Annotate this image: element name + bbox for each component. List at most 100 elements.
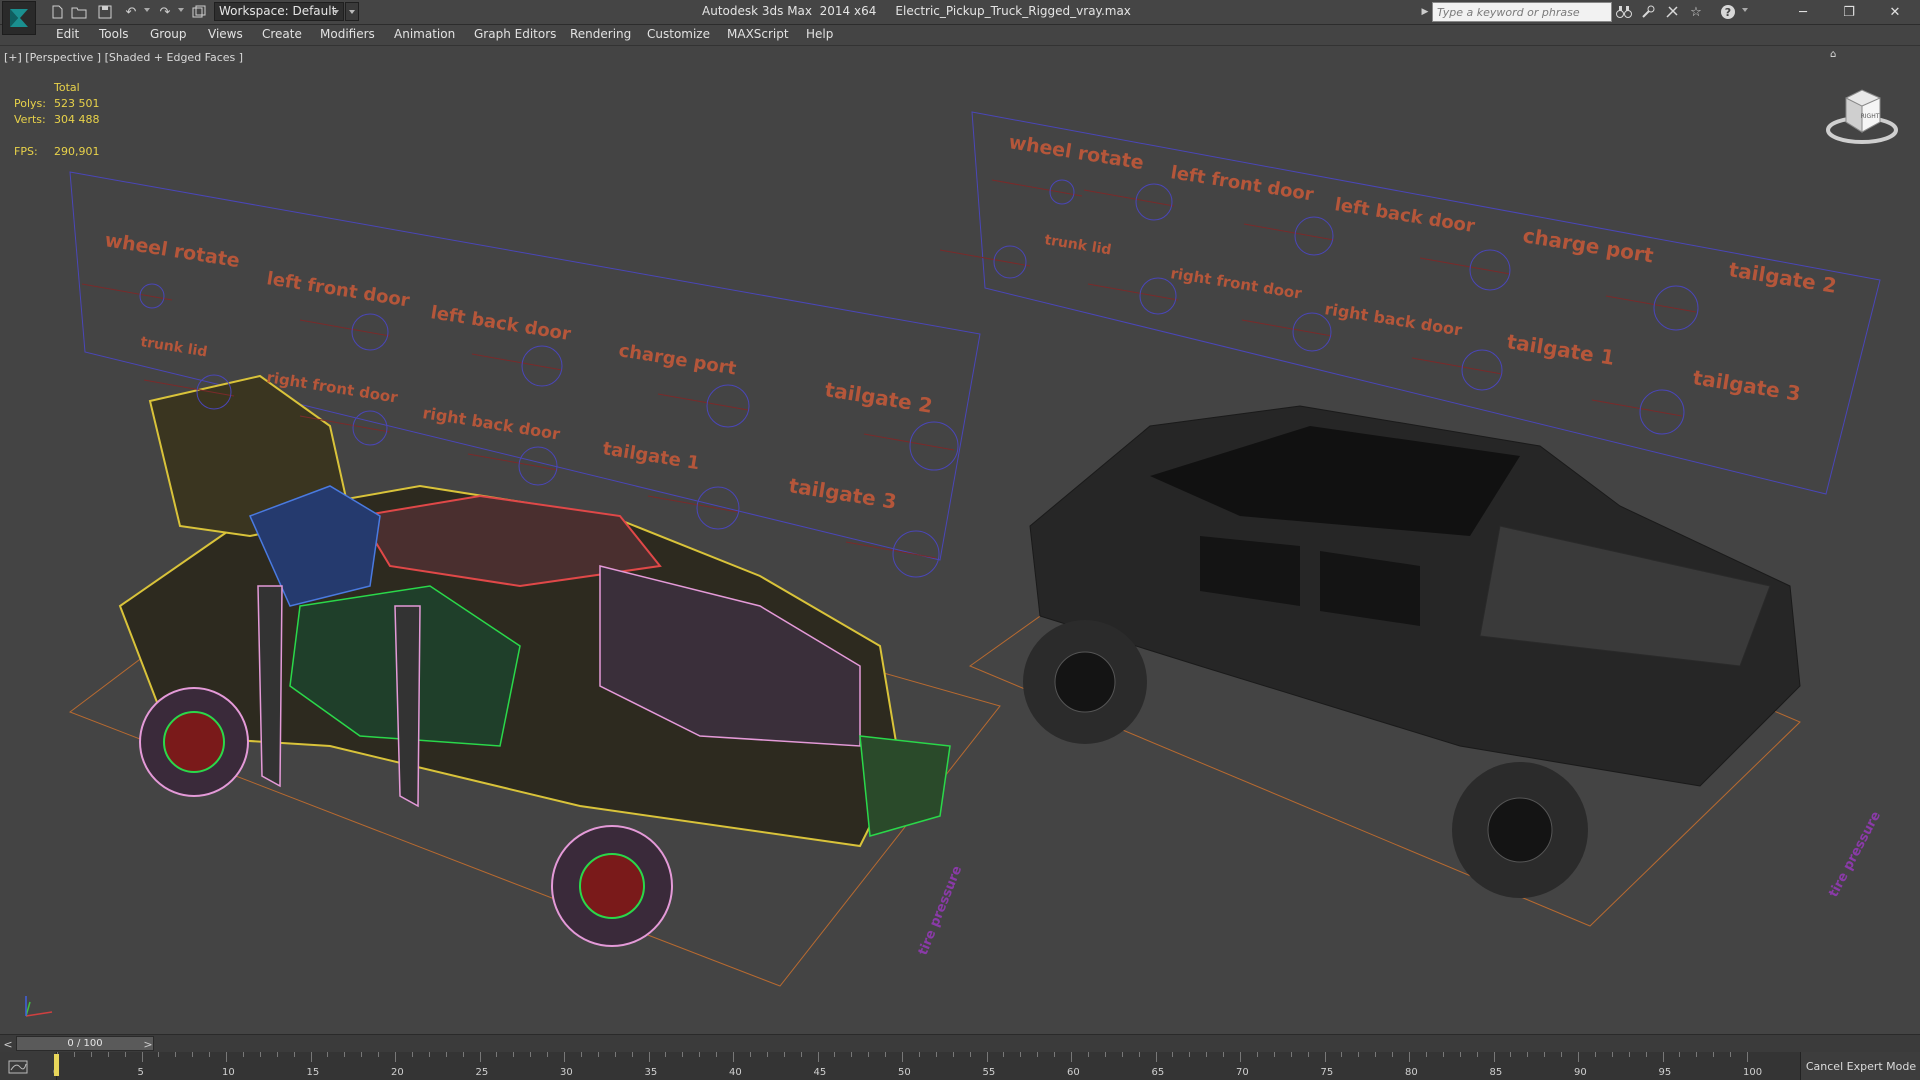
timeline-tick — [868, 1052, 870, 1057]
timeline-tick — [1611, 1052, 1613, 1057]
timeline-tick — [1307, 1052, 1309, 1057]
search-input[interactable] — [1432, 2, 1612, 22]
app-menu-button[interactable] — [2, 1, 36, 35]
menu-group[interactable]: Group — [150, 27, 187, 41]
truck-shaded-model[interactable] — [1023, 405, 1801, 898]
mini-curve-editor-icon[interactable] — [6, 1058, 30, 1076]
timeline-tick — [1054, 1052, 1056, 1057]
viewcube-home-icon[interactable]: ⌂ — [1830, 50, 1840, 60]
timeline-tick-label: 60 — [1067, 1067, 1080, 1078]
timeline-tick-label: 55 — [982, 1067, 996, 1078]
help-icon[interactable]: ? — [1718, 3, 1738, 21]
perspective-viewport[interactable]: wheel rotate left front door left back doo… — [0, 46, 1920, 1034]
undo-icon[interactable]: ↶ — [122, 3, 140, 21]
quick-access-customize-button[interactable] — [345, 2, 359, 21]
help-dropdown-icon[interactable] — [1742, 8, 1748, 12]
stats-gap — [14, 128, 100, 144]
timeline-tick — [107, 1052, 109, 1057]
timeline-tick — [1189, 1052, 1191, 1057]
ground-label-left: tire pressure — [916, 864, 966, 958]
statistics-overlay: Total Polys: 523 501 Verts: 304 488 FPS: 29… — [14, 80, 100, 160]
menu-maxscript[interactable]: MAXScript — [727, 27, 789, 41]
menu-animation-label: Animation — [394, 27, 456, 41]
new-file-icon[interactable] — [48, 3, 66, 21]
menu-modifiers-label: Modifiers — [320, 27, 375, 41]
workspace-dropdown[interactable]: Workspace: Default — [214, 2, 344, 21]
timeline-tick — [293, 1052, 295, 1057]
viewcube[interactable]: RIGHT — [1822, 78, 1902, 158]
project-folder-icon[interactable] — [190, 3, 208, 21]
window-title: Autodesk 3ds Max 2014 x64 Electric_Picku… — [702, 4, 1131, 18]
menu-animation[interactable]: Animation — [394, 27, 455, 41]
search-expand-icon[interactable]: ▶ — [1420, 3, 1430, 21]
time-prev-button[interactable]: < — [0, 1036, 16, 1052]
time-slider[interactable]: 0 / 100 — [16, 1036, 154, 1051]
cancel-expert-mode-button[interactable]: Cancel Expert Mode — [1800, 1052, 1920, 1080]
timeline-tick — [986, 1052, 988, 1062]
rig-right-slider-track — [1243, 223, 1335, 241]
menu-rendering-label: Rendering — [570, 27, 632, 41]
track-bar: 0510152025303540455055606570758085909510… — [0, 1052, 1920, 1080]
timeline-tick — [682, 1052, 684, 1057]
menu-customize[interactable]: Customize — [647, 27, 710, 41]
timeline-tick — [411, 1052, 413, 1057]
3dsmax-logo-icon — [10, 9, 28, 27]
menu-rendering[interactable]: Rendering — [570, 27, 631, 41]
subscription-center-icon[interactable] — [1638, 3, 1658, 21]
rig-right-slider-track — [939, 249, 1031, 267]
timeline-tick — [1459, 1052, 1461, 1057]
viewport-label[interactable]: [+] [Perspective ] [Shaded + Edged Faces… — [4, 51, 243, 64]
stats-fps-label: FPS: — [14, 145, 38, 158]
timeline-tick — [885, 1052, 887, 1057]
stats-header: Total — [54, 81, 80, 94]
menu-graph-editors[interactable]: Graph Editors — [474, 27, 556, 41]
timeline-tick — [1138, 1052, 1140, 1057]
rig-left-slider-track — [845, 541, 937, 559]
open-file-icon[interactable] — [70, 3, 88, 21]
timeline-tick — [428, 1052, 430, 1057]
binoculars-search-icon[interactable] — [1614, 3, 1634, 21]
timeline-tick — [1003, 1052, 1005, 1057]
menu-customize-label: Customize — [647, 27, 710, 41]
time-marker[interactable] — [54, 1054, 59, 1076]
timeline-tick — [479, 1052, 481, 1062]
time-next-button[interactable]: > — [140, 1036, 156, 1052]
restore-icon[interactable]: ❐ — [1826, 0, 1872, 24]
rig-labels-right: wheel rotate left front door left back doo… — [939, 131, 1838, 435]
timeline-tick — [648, 1052, 650, 1062]
timeline-tick — [1392, 1052, 1394, 1057]
redo-icon[interactable]: ↷ — [156, 3, 174, 21]
menu-tools[interactable]: Tools — [99, 27, 129, 41]
timeline-tick — [800, 1052, 802, 1057]
communication-center-icon[interactable] — [1662, 3, 1682, 21]
menu-graph-editors-label: Graph Editors — [474, 27, 557, 41]
timeline-tick — [1273, 1052, 1275, 1057]
favorites-star-icon[interactable]: ☆ — [1686, 3, 1706, 21]
timeline-tick-label: 90 — [1574, 1067, 1587, 1078]
menu-create[interactable]: Create — [262, 27, 302, 41]
redo-dropdown-icon[interactable] — [178, 8, 184, 12]
stats-fps-value: 290,901 — [54, 145, 100, 158]
timeline-tick-label: 10 — [222, 1067, 235, 1078]
menu-maxscript-label: MAXScript — [727, 27, 789, 41]
timeline-tick — [1645, 1052, 1647, 1057]
menu-help[interactable]: Help — [806, 27, 833, 41]
menu-create-label: Create — [262, 27, 302, 41]
menu-edit[interactable]: Edit — [56, 27, 79, 41]
save-file-icon[interactable] — [96, 3, 114, 21]
minimize-icon[interactable]: ─ — [1780, 0, 1826, 24]
close-icon[interactable]: ✕ — [1872, 0, 1918, 24]
rig-right-slider-track — [1087, 283, 1179, 301]
timeline-ruler[interactable]: 0510152025303540455055606570758085909510… — [53, 1052, 1801, 1080]
rig-right-label: tailgate 2 — [1727, 257, 1838, 298]
menu-modifiers[interactable]: Modifiers — [320, 27, 375, 41]
timeline-tick — [1561, 1052, 1563, 1057]
menu-views[interactable]: Views — [208, 27, 243, 41]
time-slider-bar: < 0 / 100 > — [0, 1034, 1920, 1053]
scene-canvas[interactable]: wheel rotate left front door left back doo… — [0, 46, 1920, 1034]
rig-right-label: tailgate 3 — [1691, 365, 1802, 406]
timeline-tick — [1087, 1052, 1089, 1057]
undo-dropdown-icon[interactable] — [144, 8, 150, 12]
timeline-tick — [276, 1052, 278, 1057]
timeline-tick-label: 50 — [898, 1067, 911, 1078]
